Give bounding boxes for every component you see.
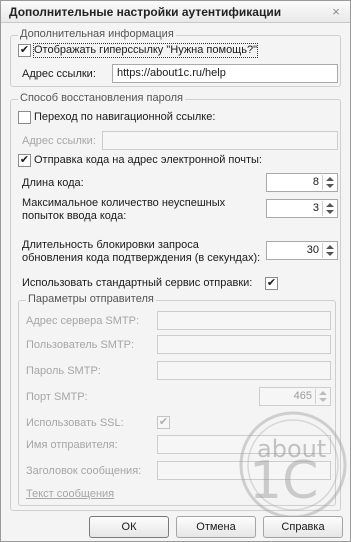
auth-settings-window: Дополнительные настройки аутентификации … xyxy=(0,0,351,542)
smtp-server-input[interactable] xyxy=(157,311,331,330)
checkmark-icon: ✔ xyxy=(19,44,30,56)
smtp-user-input[interactable] xyxy=(157,335,331,354)
block-duration-stepper[interactable]: 30 xyxy=(266,241,338,260)
sender-name-label: Имя отправителя: xyxy=(26,439,118,451)
window-title: Дополнительные настройки аутентификации xyxy=(9,5,282,19)
message-text-link[interactable]: Текст сообщения xyxy=(26,488,114,501)
close-icon[interactable]: × xyxy=(328,4,344,19)
link-address-input[interactable]: https://about1c.ru/help xyxy=(112,64,338,83)
nav-link-label: Переход по навигационной ссылке: xyxy=(34,111,216,123)
smtp-password-label: Пароль SMTP: xyxy=(26,365,101,377)
additional-info-legend: Дополнительная информация xyxy=(18,28,176,40)
max-attempts-label-1: Максимальное количество неуспешных xyxy=(22,197,226,209)
max-attempts-value: 3 xyxy=(312,202,319,214)
message-subject-input[interactable] xyxy=(157,461,331,480)
recovery-legend: Способ восстановления пароля xyxy=(18,92,185,104)
spin-arrows-icon[interactable] xyxy=(322,243,336,258)
title-bar: Дополнительные настройки аутентификации … xyxy=(1,1,350,23)
link-address-label: Адрес ссылки: xyxy=(22,68,96,80)
use-standard-service-label: Использовать стандартный сервис отправки… xyxy=(22,277,253,289)
checkmark-icon: ✔ xyxy=(266,277,277,289)
show-help-link-label: Отображать гиперссылку "Нужна помощь?" xyxy=(33,43,258,58)
nav-link-checkbox[interactable] xyxy=(18,111,31,124)
use-ssl-label: Использовать SSL: xyxy=(26,417,124,429)
send-code-label: Отправка кода на адрес электронной почты… xyxy=(34,154,262,166)
message-subject-label: Заголовок сообщения: xyxy=(26,465,142,477)
code-length-value: 8 xyxy=(312,176,319,188)
use-ssl-checkbox[interactable]: ✔ xyxy=(157,416,170,429)
smtp-user-label: Пользователь SMTP: xyxy=(26,339,135,351)
checkmark-icon: ✔ xyxy=(158,416,169,428)
smtp-password-input[interactable] xyxy=(157,361,331,380)
smtp-port-label: Порт SMTP: xyxy=(26,391,88,403)
smtp-port-value: 465 xyxy=(293,390,312,402)
sender-name-input[interactable] xyxy=(157,435,331,454)
show-help-link-checkbox[interactable]: ✔ xyxy=(18,44,31,57)
code-length-label: Длина кода: xyxy=(22,177,84,189)
use-standard-service-checkbox[interactable]: ✔ xyxy=(265,277,278,290)
spin-arrows-icon[interactable] xyxy=(315,389,329,404)
send-code-checkbox[interactable]: ✔ xyxy=(18,154,31,167)
sender-legend: Параметры отправителя xyxy=(26,293,156,305)
smtp-port-stepper[interactable]: 465 xyxy=(259,387,331,406)
help-button[interactable]: Справка xyxy=(263,516,343,538)
block-duration-label-1: Длительность блокировки запроса xyxy=(22,239,199,251)
checkmark-icon: ✔ xyxy=(19,154,30,166)
nav-link-address-input[interactable] xyxy=(102,131,338,150)
max-attempts-stepper[interactable]: 3 xyxy=(266,199,338,218)
ok-button[interactable]: ОК xyxy=(89,516,169,538)
spin-arrows-icon[interactable] xyxy=(322,201,336,216)
max-attempts-label-2: попыток ввода кода: xyxy=(22,210,127,222)
spin-arrows-icon[interactable] xyxy=(322,175,336,190)
code-length-stepper[interactable]: 8 xyxy=(266,173,338,192)
block-duration-value: 30 xyxy=(306,244,319,256)
block-duration-label-2: обновления кода подтверждения (в секунда… xyxy=(22,252,261,264)
cancel-button[interactable]: Отмена xyxy=(176,516,256,538)
smtp-server-label: Адрес сервера SMTP: xyxy=(26,315,140,327)
nav-link-address-label: Адрес ссылки: xyxy=(22,135,96,147)
dialog-footer: ОК Отмена Справка xyxy=(1,514,350,542)
